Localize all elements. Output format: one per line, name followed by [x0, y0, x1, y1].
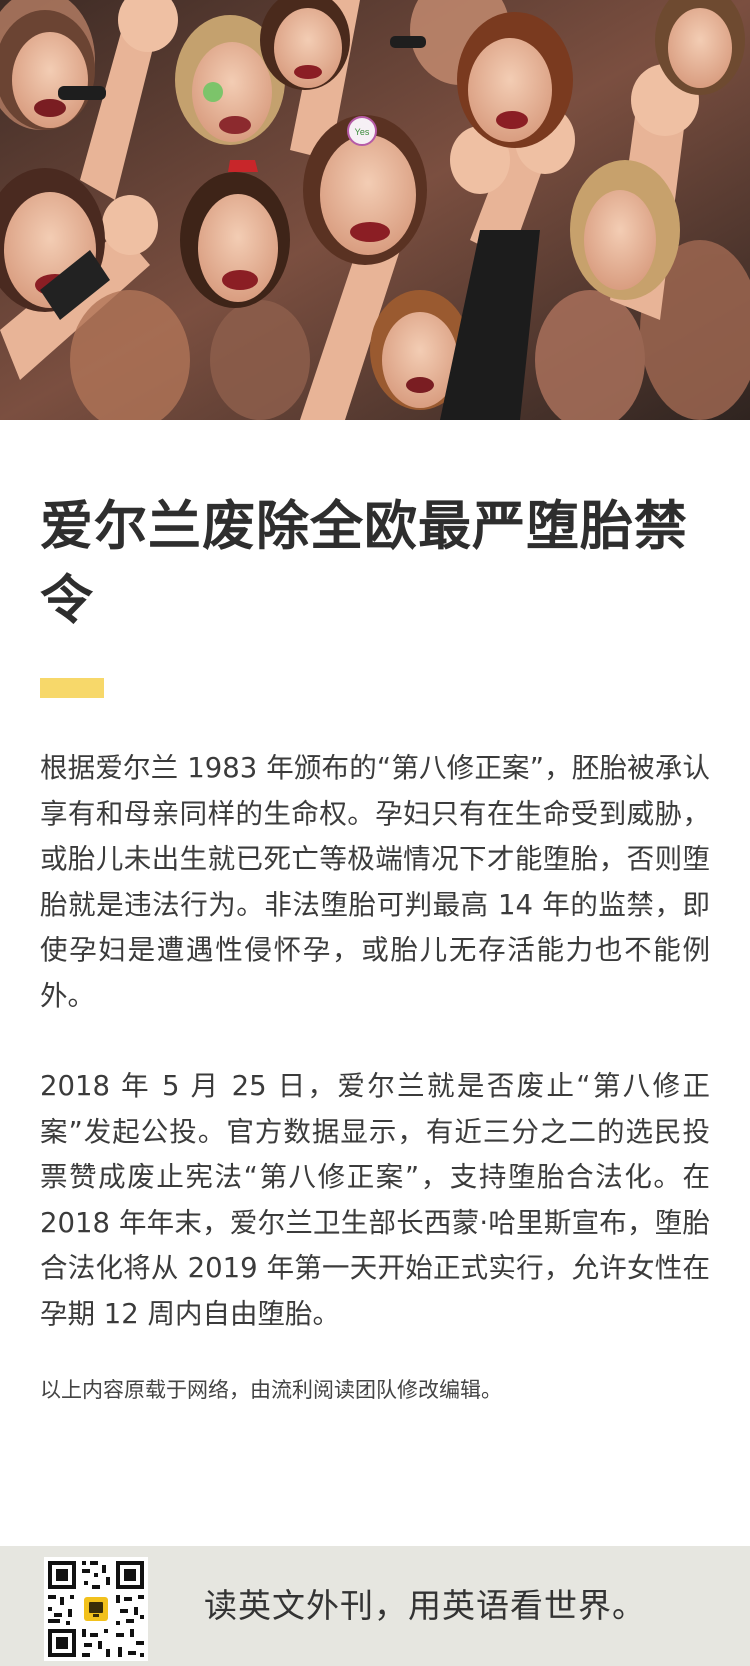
footer-slogan: 读英文外刊，用英语看世界。	[204, 1586, 646, 1625]
crowd-photo-illustration: Yes	[0, 0, 750, 420]
article-title: 爱尔兰废除全欧最严堕胎禁令	[40, 496, 688, 631]
yes-badge-text: Yes	[355, 127, 370, 137]
article: 爱尔兰废除全欧最严堕胎禁令 根据爱尔兰 1983 年颁布的“第八修正案”，胚胎被…	[40, 490, 710, 1405]
hero-photo: Yes	[0, 0, 750, 420]
article-paragraph-1: 根据爱尔兰 1983 年颁布的“第八修正案”，胚胎被承认享有和母亲同样的生命权。…	[40, 752, 710, 1012]
article-paragraph-2: 2018 年 5 月 25 日，爱尔兰就是否废止“第八修正案”发起公投。官方数据…	[40, 1070, 710, 1330]
qr-code-icon[interactable]	[44, 1557, 148, 1661]
footer-banner: 读英文外刊，用英语看世界。	[0, 1546, 750, 1666]
qr-code-graphic	[44, 1557, 148, 1661]
title-accent-bar	[40, 678, 104, 698]
source-note: 以上内容原载于网络，由流利阅读团队修改编辑。	[40, 1378, 502, 1402]
